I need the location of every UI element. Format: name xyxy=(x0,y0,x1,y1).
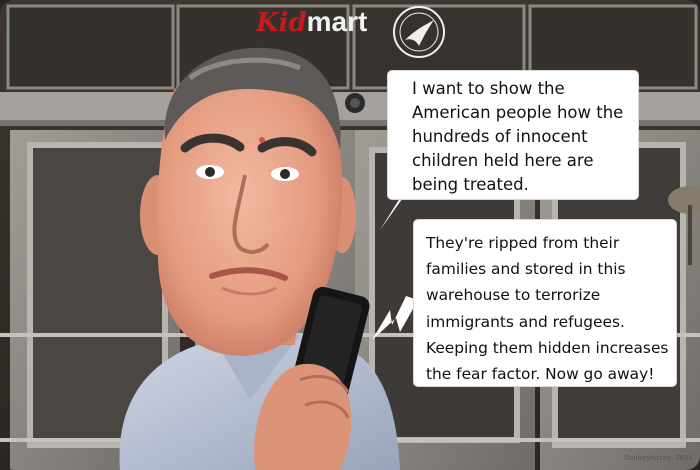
logo-kid: Kid xyxy=(256,8,307,38)
security-camera-icon xyxy=(345,93,365,113)
caricature-scene: Kidmart I want to show the American peop… xyxy=(0,0,700,470)
kidmart-logo: Kidmart xyxy=(256,6,367,40)
speech-bubble-top: I want to show the American people how t… xyxy=(388,71,638,199)
speech-text-top: I want to show the American people how t… xyxy=(412,79,624,194)
speech-bubble-bottom: They're ripped from their families and s… xyxy=(414,220,676,386)
artist-signature: DonkeyHotey 2018 xyxy=(625,454,693,462)
logo-mart: mart xyxy=(306,6,368,37)
speech-text-bottom: They're ripped from their families and s… xyxy=(426,234,669,384)
